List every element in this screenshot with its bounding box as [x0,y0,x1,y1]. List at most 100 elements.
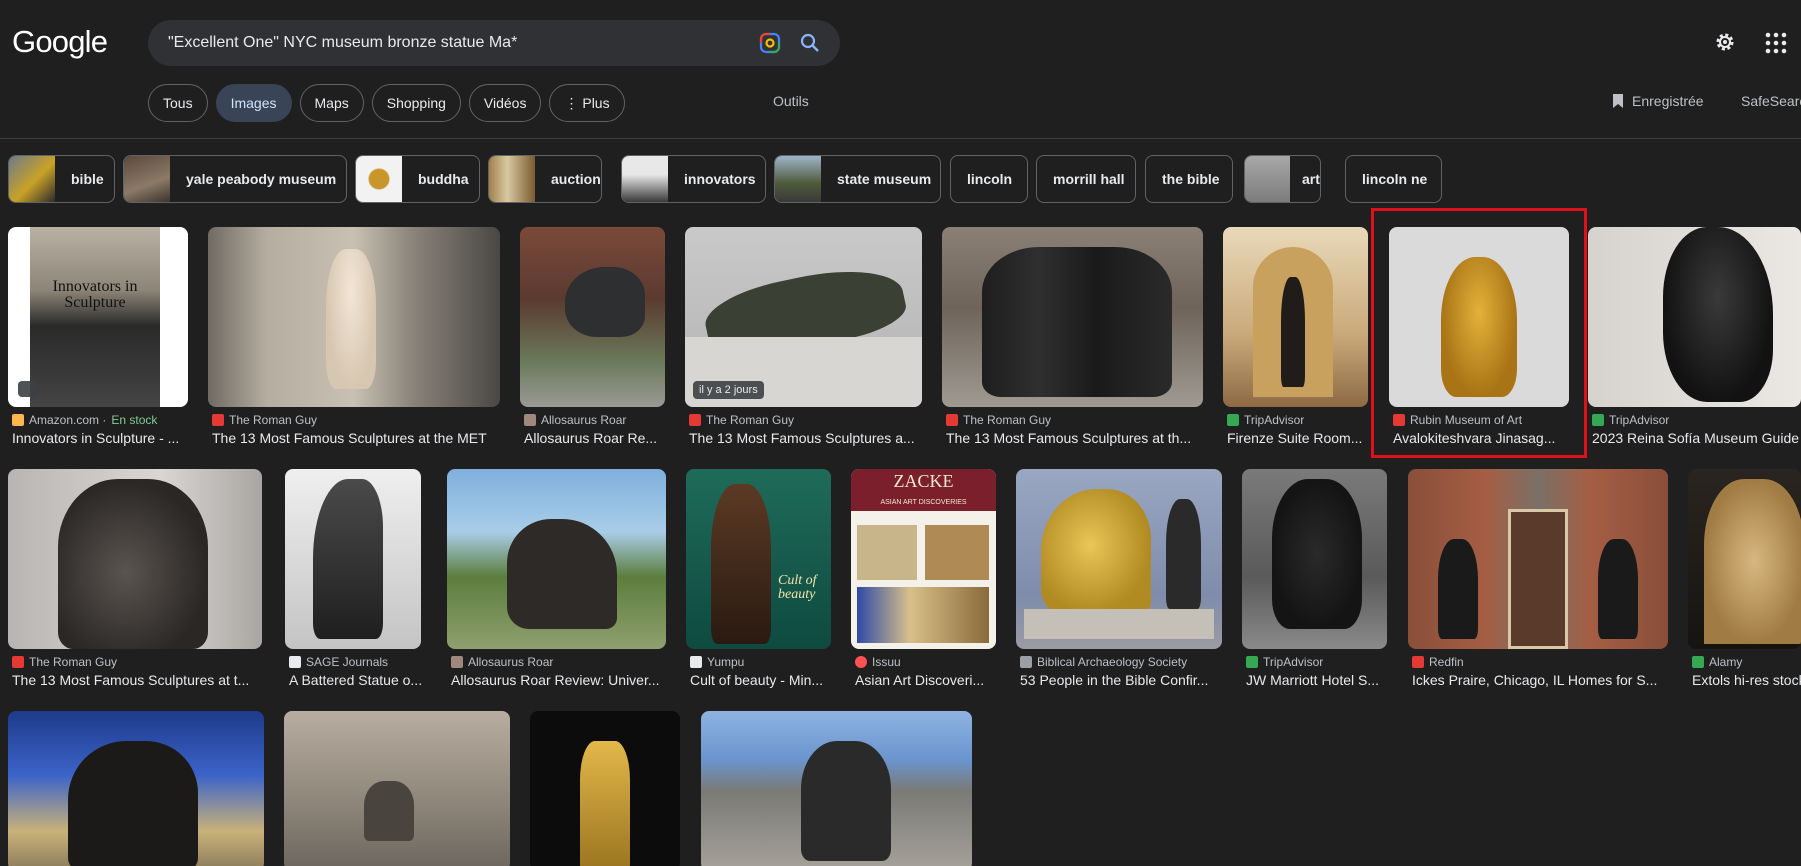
chip-lincoln[interactable]: lincoln [950,155,1028,203]
chip-yale-peabody-museum[interactable]: yale peabody museum [123,155,347,203]
result-thumbnail[interactable] [208,227,500,407]
search-box[interactable]: "Excellent One" NYC museum bronze statue… [148,20,840,66]
result-source[interactable]: Issuu [855,655,901,669]
source-name: The Roman Guy [706,413,795,427]
result-title[interactable]: Allosaurus Roar Re... [524,430,669,446]
cover-caption: Cult of beauty [778,573,817,602]
result-source[interactable]: Alamy [1692,655,1742,669]
tools-button[interactable]: Outils [773,93,809,109]
source-favicon [1227,414,1239,426]
result-thumbnail[interactable]: il y a 2 jours [685,227,922,407]
google-lens-icon[interactable] [758,31,782,55]
chip-label: art [1302,171,1320,187]
result-thumbnail[interactable] [8,711,264,866]
search-input[interactable]: "Excellent One" NYC museum bronze statue… [168,34,840,52]
result-thumbnail[interactable] [1242,469,1387,649]
result-title[interactable]: JW Marriott Hotel S... [1246,672,1391,688]
result-source[interactable]: The Roman Guy [946,413,1051,427]
tab-videos[interactable]: Vidéos [468,84,542,122]
result-source[interactable]: Yumpu [690,655,744,669]
chip-bible[interactable]: bible [8,155,115,203]
result-title[interactable]: Cult of beauty - Min... [690,672,835,688]
result-thumbnail[interactable] [520,227,665,407]
result-source[interactable]: TripAdvisor [1227,413,1304,427]
tab-images[interactable]: Images [215,84,292,122]
book-title: Innovators in Sculpture [52,278,138,311]
result-source[interactable]: Amazon.com · En stock [12,413,157,427]
result-thumbnail[interactable] [1688,469,1801,649]
gear-icon[interactable] [1713,30,1737,54]
chip-buddha[interactable]: buddha [355,155,480,203]
result-title[interactable]: Asian Art Discoveri... [855,672,1000,688]
chip-label: yale peabody museum [186,171,337,187]
chip-state-museum[interactable]: state museum [774,155,941,203]
figure-shape [1166,499,1201,609]
result-source[interactable]: TripAdvisor [1592,413,1669,427]
result-thumbnail[interactable]: Cult of beauty [686,469,831,649]
source-name: TripAdvisor [1244,413,1305,427]
result-source[interactable]: The Roman Guy [212,413,317,427]
result-title[interactable]: Ickes Praire, Chicago, IL Homes for S... [1412,672,1672,688]
source-favicon [524,414,536,426]
result-title[interactable]: 53 People in the Bible Confir... [1020,672,1226,688]
result-thumbnail[interactable] [8,469,262,649]
result-thumbnail[interactable] [1223,227,1368,407]
result-source[interactable]: The Roman Guy [12,655,117,669]
result-thumbnail[interactable] [701,711,972,866]
safesearch-button[interactable]: SafeSearch [1741,93,1801,109]
result-title[interactable]: Firenze Suite Room... [1227,430,1372,446]
google-logo[interactable]: Google [12,24,108,60]
result-source[interactable]: Redfin [1412,655,1464,669]
result-source[interactable]: Biblical Archaeology Society [1020,655,1187,669]
chip-morrill-hall[interactable]: morrill hall [1036,155,1136,203]
result-title[interactable]: 2023 Reina Sofía Museum Guide [1592,430,1801,446]
result-title[interactable]: The 13 Most Famous Sculptures at th... [946,430,1207,446]
result-title[interactable]: Extols hi-res stock [1692,672,1801,688]
result-title[interactable]: The 13 Most Famous Sculptures a... [689,430,926,446]
search-icon[interactable] [798,31,822,55]
saved-label: Enregistrée [1632,93,1704,109]
result-title[interactable]: A Battered Statue o... [289,672,425,688]
result-thumbnail[interactable]: ZACKE ASIAN ART DISCOVERIES [851,469,996,649]
result-source[interactable]: SAGE Journals [289,655,388,669]
chip-lincoln-ne[interactable]: lincoln ne [1345,155,1442,203]
source-favicon [451,656,463,668]
saved-button[interactable]: Enregistrée [1612,93,1704,109]
chip-innovators[interactable]: innovators [621,155,766,203]
result-title[interactable]: The 13 Most Famous Sculptures at t... [12,672,266,688]
result-thumbnail[interactable] [1408,469,1668,649]
result-source[interactable]: TripAdvisor [1246,655,1323,669]
chip-thumbnail [622,156,668,202]
result-thumbnail[interactable] [1588,227,1801,407]
base-shape [1024,609,1214,639]
result-thumbnail[interactable] [284,711,510,866]
source-name: Alamy [1709,655,1743,669]
result-source[interactable]: Allosaurus Roar [524,413,626,427]
selection-highlight-box [1371,208,1587,458]
result-title[interactable]: Innovators in Sculpture - ... [12,430,192,446]
chip-auction[interactable]: auction [488,155,602,203]
statue-shape [507,519,617,629]
result-source[interactable]: Allosaurus Roar [451,655,553,669]
tab-all[interactable]: Tous [148,84,208,122]
tab-maps[interactable]: Maps [299,84,364,122]
result-thumbnail[interactable] [1016,469,1222,649]
result-thumbnail[interactable] [530,711,680,866]
chip-art[interactable]: art [1244,155,1321,203]
chip-the-bible[interactable]: the bible [1145,155,1233,203]
source-favicon [1020,656,1032,668]
result-thumbnail[interactable] [942,227,1203,407]
result-title[interactable]: The 13 Most Famous Sculptures at the MET [212,430,504,446]
statue-shape [801,741,891,861]
tab-shopping[interactable]: Shopping [371,84,461,122]
result-source[interactable]: The Roman Guy [689,413,794,427]
apps-grid-icon[interactable] [1765,32,1787,54]
result-thumbnail[interactable] [447,469,666,649]
result-thumbnail[interactable]: Innovators in Sculpture [8,227,188,407]
result-thumbnail[interactable] [285,469,421,649]
head-statue-shape [58,479,208,649]
result-title[interactable]: Allosaurus Roar Review: Univer... [451,672,670,688]
source-favicon [12,656,24,668]
stele-shape [1704,479,1801,644]
tab-more[interactable]: ⋮ Plus [549,84,625,122]
